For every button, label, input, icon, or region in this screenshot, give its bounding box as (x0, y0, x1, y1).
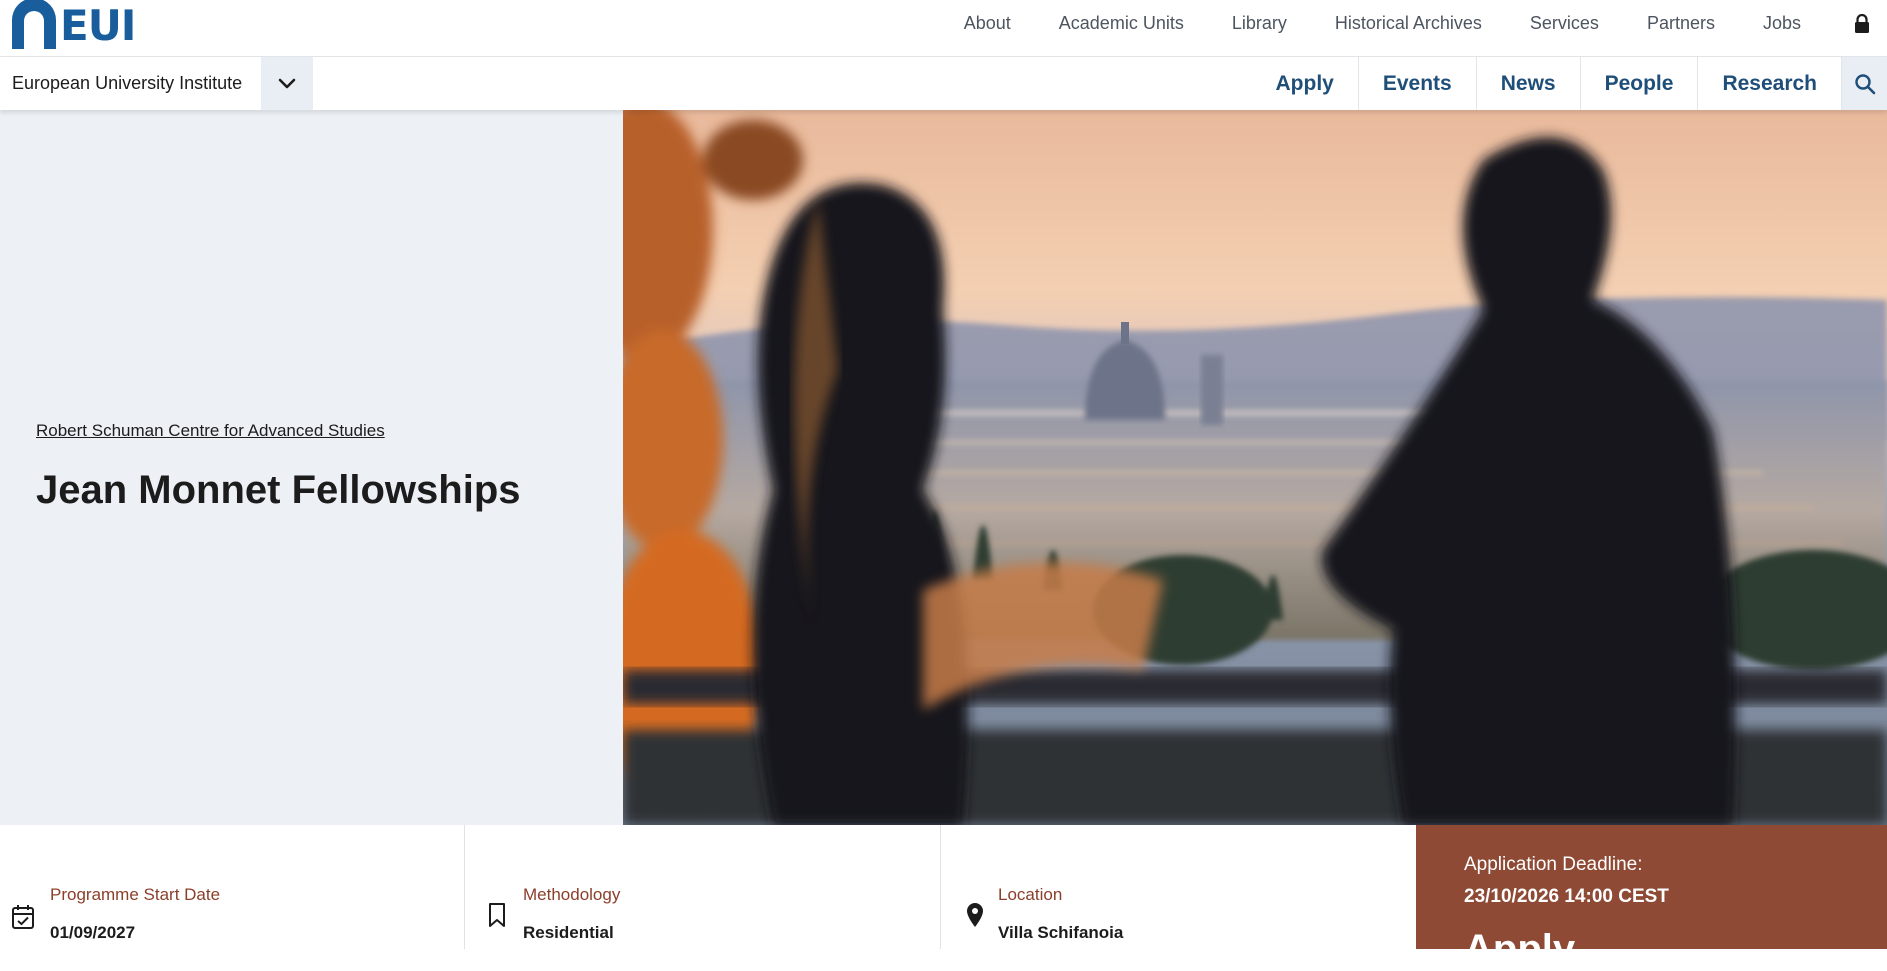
methodology-label: Methodology (523, 885, 620, 905)
location-value: Villa Schifanoia (998, 923, 1123, 943)
institution-name[interactable]: European University Institute (12, 57, 242, 110)
hero-photo (623, 110, 1887, 825)
location-label: Location (998, 885, 1062, 905)
page-title: Jean Monnet Fellowships (36, 468, 521, 513)
bookmark-icon (484, 901, 510, 929)
util-nav-library[interactable]: Library (1232, 13, 1287, 34)
eui-arch-icon (12, 0, 56, 49)
util-nav-academic-units[interactable]: Academic Units (1059, 13, 1184, 34)
location-cell: Location Villa Schifanoia (941, 825, 1416, 949)
parent-unit-link[interactable]: Robert Schuman Centre for Advanced Studi… (36, 421, 385, 441)
methodology-cell: Methodology Residential (465, 825, 941, 949)
methodology-value: Residential (523, 923, 614, 943)
main-nav-people[interactable]: People (1580, 57, 1698, 110)
search-icon[interactable] (1841, 57, 1887, 110)
lock-icon[interactable] (1851, 13, 1873, 35)
main-nav-apply[interactable]: Apply (1252, 57, 1358, 110)
main-nav-news[interactable]: News (1476, 57, 1580, 110)
utility-nav: About Academic Units Library Historical … (964, 0, 1887, 47)
map-pin-icon (962, 901, 988, 929)
eui-logo[interactable]: EUI (12, 0, 135, 50)
logo-text: EUI (60, 5, 135, 47)
application-deadline-panel: Application Deadline: 23/10/2026 14:00 C… (1416, 825, 1887, 949)
calendar-check-icon (10, 903, 36, 931)
deadline-label: Application Deadline: (1464, 854, 1643, 876)
start-date-label: Programme Start Date (50, 885, 220, 905)
main-nav: Apply Events News People Research (1252, 57, 1887, 110)
util-nav-jobs[interactable]: Jobs (1763, 13, 1801, 34)
chevron-down-icon[interactable] (261, 57, 313, 110)
util-nav-about[interactable]: About (964, 13, 1011, 34)
util-nav-historical-archives[interactable]: Historical Archives (1335, 13, 1482, 34)
programme-info-strip: Programme Start Date 01/09/2027 Methodol… (0, 825, 1887, 949)
main-nav-bar: European University Institute Apply Even… (0, 57, 1887, 110)
apply-button[interactable]: Apply (1464, 929, 1575, 969)
start-date-value: 01/09/2027 (50, 923, 135, 943)
main-nav-research[interactable]: Research (1697, 57, 1841, 110)
main-nav-events[interactable]: Events (1358, 57, 1476, 110)
start-date-cell: Programme Start Date 01/09/2027 (0, 825, 465, 949)
util-nav-services[interactable]: Services (1530, 13, 1599, 34)
top-utility-bar: EUI About Academic Units Library Histori… (0, 0, 1887, 57)
util-nav-partners[interactable]: Partners (1647, 13, 1715, 34)
deadline-value: 23/10/2026 14:00 CEST (1464, 886, 1669, 908)
